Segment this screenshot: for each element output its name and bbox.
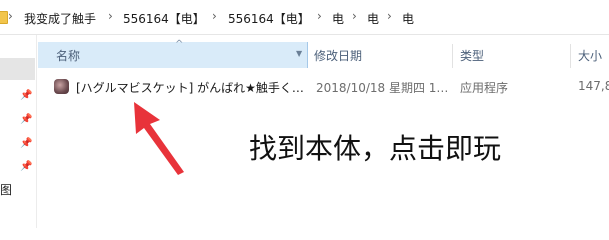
breadcrumb-item[interactable]: 电 <box>367 10 379 27</box>
nav-item-selected[interactable] <box>0 58 35 80</box>
application-icon <box>54 79 69 94</box>
chevron-right-icon[interactable]: › <box>317 9 322 23</box>
file-row[interactable]: [ハグルマビスケット] がんばれ★触手く… 2018/10/18 星期四 1… … <box>38 76 609 98</box>
pin-icon: 📌 <box>20 138 33 149</box>
address-bar[interactable]: › 我变成了触手 › 556164【电】 › 556164【电】 › 电 › 电… <box>0 0 609 35</box>
chevron-right-icon[interactable]: › <box>212 9 217 23</box>
chevron-right-icon[interactable]: › <box>108 9 113 23</box>
breadcrumb-item[interactable]: 电 <box>332 10 344 27</box>
annotation-text: 找到本体，点击即玩 <box>249 132 502 165</box>
arrow-shape <box>134 102 184 175</box>
pin-icon: 📌 <box>20 90 33 101</box>
column-divider[interactable] <box>570 44 571 68</box>
annotation-arrow <box>134 102 184 175</box>
column-header-size[interactable]: 大小 <box>578 44 602 68</box>
pin-icon: 📌 <box>20 161 33 172</box>
chevron-down-icon[interactable]: ▼ <box>296 49 302 58</box>
column-header-name-label: 名称 <box>56 49 81 63</box>
chevron-right-icon: › <box>8 9 13 23</box>
chevron-right-icon[interactable]: › <box>352 9 357 23</box>
folder-icon <box>0 11 8 24</box>
chevron-right-icon[interactable]: › <box>387 9 392 23</box>
file-size: 147,8 <box>578 79 609 93</box>
nav-item-label[interactable]: 图 <box>0 181 12 198</box>
navigation-pane: 📌 📌 📌 📌 图 <box>0 35 37 228</box>
column-header-modified[interactable]: 修改日期 <box>314 44 362 68</box>
column-divider[interactable] <box>452 44 453 68</box>
file-modified: 2018/10/18 星期四 1… <box>316 81 449 95</box>
breadcrumb-item[interactable]: 556164【电】 <box>228 10 310 27</box>
sort-ascending-icon: ^ <box>175 39 184 50</box>
breadcrumb-item[interactable]: 电 <box>402 10 414 27</box>
breadcrumb-item[interactable]: 556164【电】 <box>123 10 205 27</box>
pin-icon: 📌 <box>20 114 33 125</box>
column-header-type[interactable]: 类型 <box>460 44 484 68</box>
breadcrumb-item[interactable]: 我变成了触手 <box>24 10 96 27</box>
file-name: [ハグルマビスケット] がんばれ★触手く… <box>76 81 304 95</box>
file-type: 应用程序 <box>460 81 509 95</box>
